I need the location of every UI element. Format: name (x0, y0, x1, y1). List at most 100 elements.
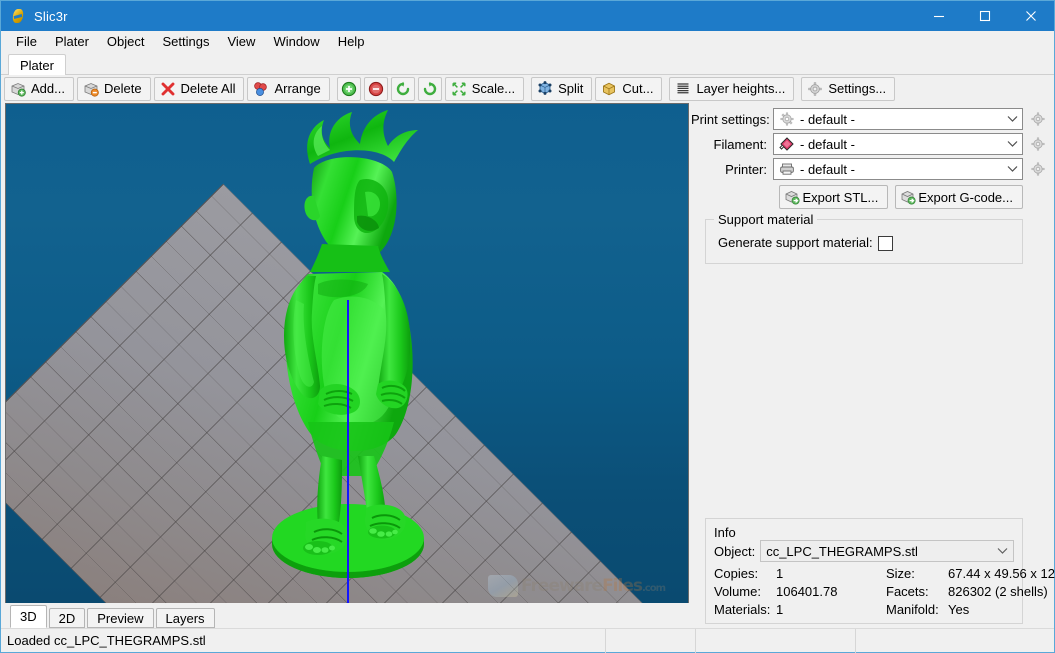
title-bar: Slic3r (1, 1, 1054, 31)
object-select-row: Object: cc_LPC_THEGRAMPS.stl (714, 540, 1014, 562)
rotate-ccw-icon (395, 81, 411, 97)
printer-icon (779, 161, 795, 177)
decrease-copies-button[interactable] (363, 77, 388, 101)
maximize-icon[interactable] (962, 1, 1008, 31)
layer-heights-button[interactable]: Layer heights... (669, 77, 795, 101)
filament-row: Filament: - default - (691, 132, 1049, 156)
arrange-icon (253, 81, 269, 97)
printer-label: Printer: (725, 161, 767, 177)
object-settings-button-label: Settings... (828, 81, 887, 96)
generate-support-label: Generate support material: (718, 235, 873, 250)
scale-button[interactable]: Scale... (444, 77, 525, 101)
export-stl-label: Export STL... (802, 189, 879, 205)
status-bar: Loaded cc_LPC_THEGRAMPS.stl (1, 628, 1054, 653)
print-settings-value: - default - (800, 111, 855, 127)
size-label: Size: (886, 566, 915, 581)
3d-viewport[interactable]: FreewareFiles.com (5, 103, 689, 603)
info-fields-grid: Copies: 1 Size: 67.44 x 49.56 x 127.64 V… (714, 566, 1055, 617)
menu-object[interactable]: Object (98, 32, 154, 52)
printer-row: Printer: - default - (691, 157, 1049, 181)
chevron-down-icon[interactable] (1002, 159, 1022, 179)
export-gcode-label: Export G-code... (918, 189, 1013, 205)
right-panel-spacer (691, 264, 1049, 518)
minimize-icon[interactable] (916, 1, 962, 31)
copies-value: 1 (776, 566, 784, 581)
export-buttons-row: Export STL... Export G-code... (691, 185, 1049, 209)
export-gcode-icon (900, 189, 916, 205)
print-settings-row: Print settings: - default - (691, 107, 1049, 131)
export-stl-button[interactable]: Export STL... (779, 185, 889, 209)
tab-plater[interactable]: Plater (8, 54, 66, 75)
view-tab-layers[interactable]: Layers (155, 608, 215, 628)
arrange-button[interactable]: Arrange (247, 77, 330, 101)
split-icon (537, 81, 553, 97)
menu-plater[interactable]: Plater (46, 32, 98, 52)
object-settings-icon (807, 81, 823, 97)
print-settings-icon (779, 111, 795, 127)
scale-button-label: Scale... (471, 81, 516, 96)
cut-icon (601, 81, 617, 97)
view-tab-3d[interactable]: 3D (10, 605, 47, 628)
add-button-label: Add... (31, 81, 65, 96)
menu-help[interactable]: Help (329, 32, 374, 52)
menu-file[interactable]: File (7, 32, 46, 52)
materials-label: Materials: (714, 602, 771, 617)
cut-button-label: Cut... (622, 81, 654, 96)
slic3r-window: Slic3r File Plater Object Settings View … (0, 0, 1055, 653)
edit-printer-settings-button[interactable] (1027, 158, 1049, 180)
delete-all-button-label: Delete All (180, 81, 236, 96)
edit-print-settings-button[interactable] (1027, 108, 1049, 130)
object-label: Object: (714, 543, 756, 559)
viewport-column: FreewareFiles.com 3D 2D Preview Layers (5, 103, 689, 628)
manifold-label: Manifold: (886, 602, 939, 617)
delete-all-button[interactable]: Delete All (153, 77, 245, 101)
export-gcode-button[interactable]: Export G-code... (895, 185, 1023, 209)
add-button[interactable]: Add... (4, 77, 74, 101)
increase-copies-icon (341, 81, 357, 97)
info-group: Info Object: cc_LPC_THEGRAMPS.stl Copies… (705, 518, 1055, 624)
printer-value: - default - (800, 161, 855, 177)
menu-settings[interactable]: Settings (154, 32, 219, 52)
print-settings-combo[interactable]: - default - (773, 108, 1023, 130)
delete-all-icon (160, 81, 176, 97)
increase-copies-button[interactable] (336, 77, 361, 101)
menu-bar: File Plater Object Settings View Window … (1, 31, 1054, 53)
rotate-cw-button[interactable] (417, 77, 442, 101)
window-controls (916, 1, 1054, 31)
filament-combo[interactable]: - default - (773, 133, 1023, 155)
menu-view[interactable]: View (218, 32, 264, 52)
edit-filament-settings-button[interactable] (1027, 133, 1049, 155)
generate-support-row: Generate support material: (716, 230, 1012, 253)
copies-label: Copies: (714, 566, 759, 581)
main-area: FreewareFiles.com 3D 2D Preview Layers P… (1, 103, 1055, 628)
rotate-ccw-button[interactable] (390, 77, 415, 101)
volume-value: 106401.78 (776, 584, 838, 599)
object-combo[interactable]: cc_LPC_THEGRAMPS.stl (760, 540, 1014, 562)
object-settings-button[interactable]: Settings... (801, 77, 896, 101)
z-axis-line (347, 300, 349, 603)
delete-button[interactable]: Delete (76, 77, 151, 101)
info-group-title: Info (714, 525, 736, 540)
split-button[interactable]: Split (531, 77, 593, 101)
volume-label: Volume: (714, 584, 761, 599)
view-tab-2d[interactable]: 2D (48, 608, 86, 628)
chevron-down-icon[interactable] (1002, 109, 1022, 129)
cut-button[interactable]: Cut... (595, 77, 663, 101)
support-material-group-title: Support material (714, 212, 818, 227)
printer-combo[interactable]: - default - (773, 158, 1023, 180)
view-tabstrip: 3D 2D Preview Layers (5, 603, 689, 628)
export-stl-icon (784, 189, 801, 205)
status-message: Loaded cc_LPC_THEGRAMPS.stl (7, 633, 206, 648)
view-tab-preview[interactable]: Preview (87, 608, 154, 628)
generate-support-checkbox[interactable] (878, 236, 893, 251)
close-icon[interactable] (1008, 1, 1054, 31)
right-panel: Print settings: - default - Filament: - … (689, 103, 1055, 628)
menu-window[interactable]: Window (264, 32, 328, 52)
chevron-down-icon[interactable] (991, 547, 1013, 555)
status-segment-4 (855, 628, 1054, 653)
print-settings-label: Print settings: (691, 111, 770, 127)
status-segment-3 (695, 628, 855, 653)
chevron-down-icon[interactable] (1002, 134, 1022, 154)
slic3r-logo-icon (10, 8, 26, 24)
layer-heights-icon (675, 81, 691, 97)
